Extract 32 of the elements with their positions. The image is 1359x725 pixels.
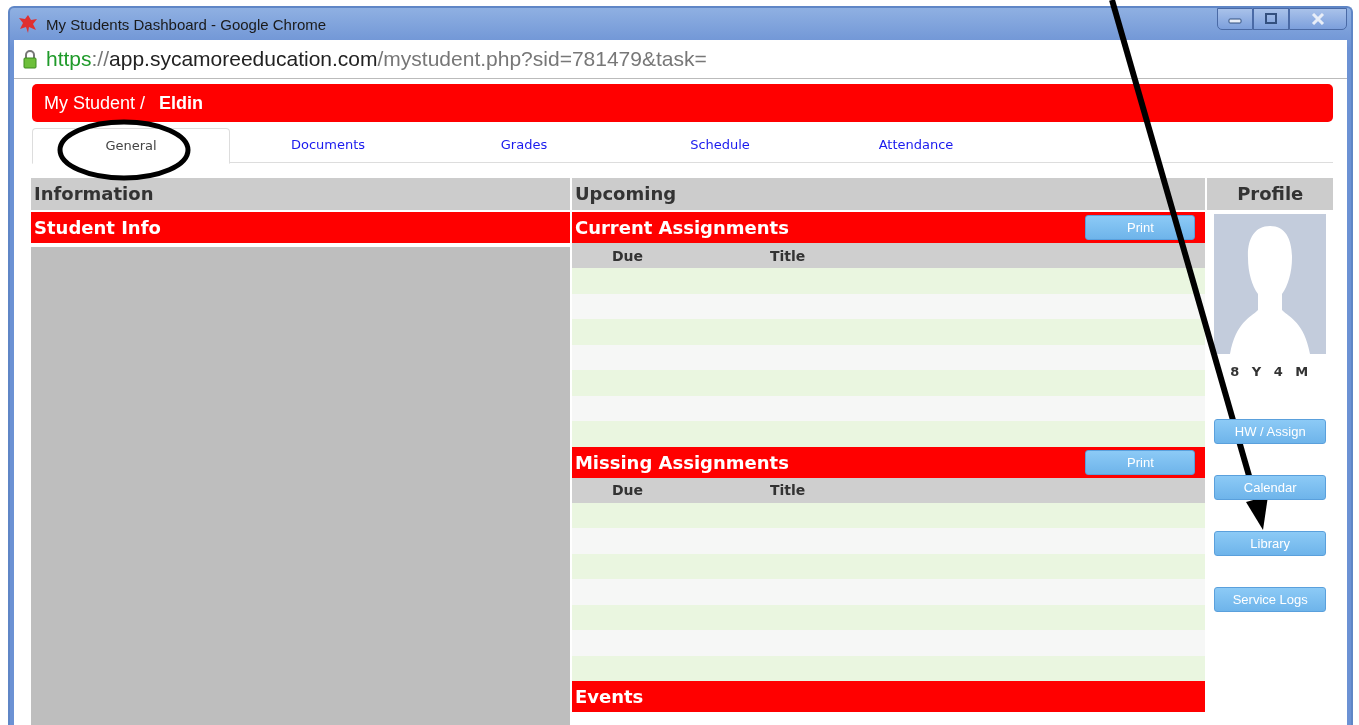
- url-text: https://app.sycamoreeducation.com/mystudent.php?sid=781479&task=: [46, 47, 707, 71]
- lock-icon: [22, 49, 38, 69]
- section-title: Events: [574, 685, 644, 709]
- profile-button[interactable]: Library: [1214, 531, 1327, 556]
- tab[interactable]: Attendance: [818, 128, 1014, 162]
- close-icon: [1310, 13, 1326, 25]
- tab[interactable]: Grades: [426, 128, 622, 162]
- close-button[interactable]: [1289, 8, 1347, 30]
- section-heading: Information: [31, 178, 570, 210]
- column-header: Title: [769, 482, 806, 498]
- profile-button[interactable]: Service Logs: [1214, 587, 1327, 612]
- window-title: My Students Dashboard - Google Chrome: [46, 15, 327, 33]
- column-header: Title: [769, 247, 806, 264]
- minimize-button[interactable]: [1217, 8, 1253, 30]
- profile-button[interactable]: Calendar: [1214, 475, 1327, 500]
- age-text: 8 Y 4 M: [1230, 364, 1311, 379]
- address-bar[interactable]: https://app.sycamoreeducation.com/mystudent.php?sid=781479&task=: [14, 40, 1347, 79]
- tab[interactable]: Documents: [230, 128, 426, 162]
- tab[interactable]: Schedule: [622, 128, 818, 162]
- section-title: Student Info: [31, 212, 570, 243]
- maximize-button[interactable]: [1253, 8, 1289, 30]
- tab[interactable]: General: [32, 128, 230, 164]
- section-title: Missing Assignments: [574, 450, 789, 475]
- avatar-silhouette-icon: [1214, 214, 1327, 354]
- column-header: Due: [611, 482, 644, 498]
- breadcrumb-parent[interactable]: My Student /: [44, 92, 146, 114]
- section-title: Current Assignments: [574, 216, 789, 240]
- column-header: Due: [611, 247, 644, 264]
- breadcrumb-current: Eldin: [159, 92, 204, 114]
- section-heading: Profile: [1207, 178, 1333, 210]
- maximize-icon: [1263, 13, 1279, 25]
- section-heading: Upcoming: [571, 178, 1206, 210]
